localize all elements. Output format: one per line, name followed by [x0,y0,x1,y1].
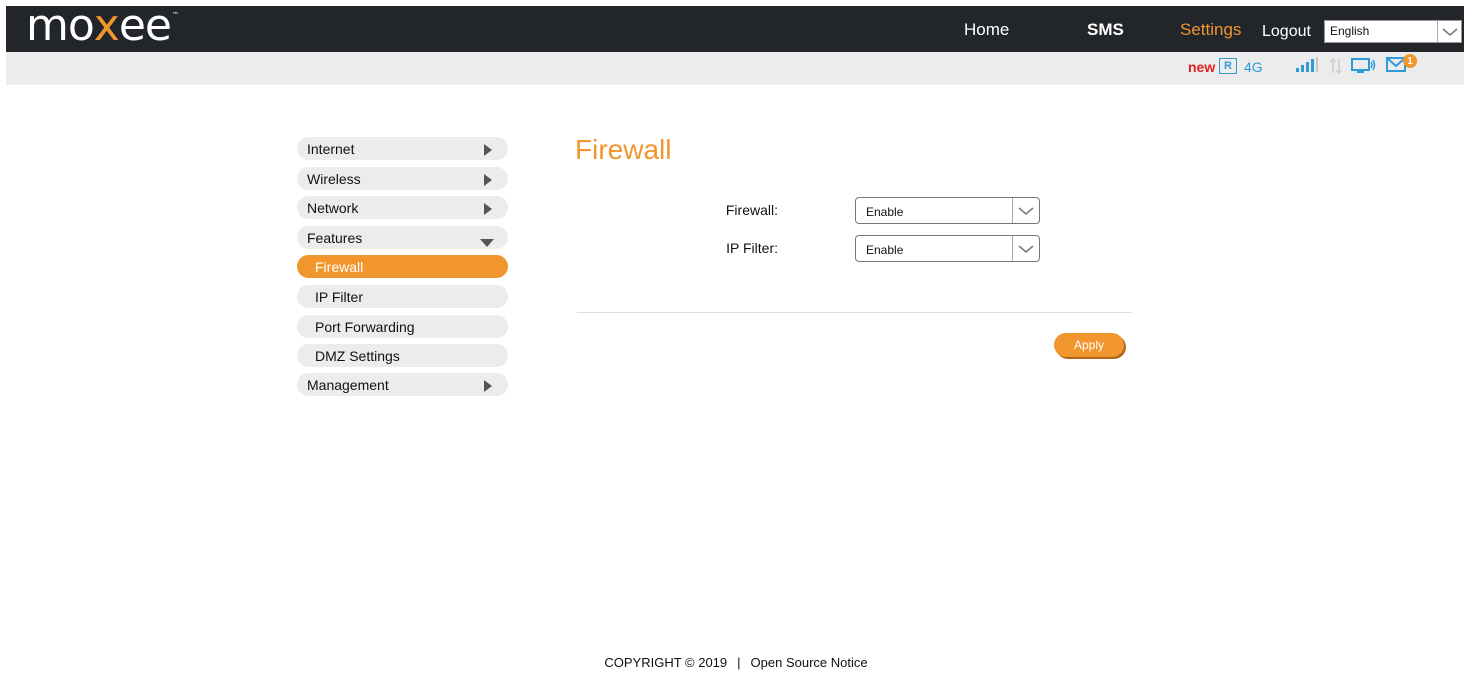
triangle-right-icon [484,379,492,395]
ip-filter-select-value: Enable [866,243,904,257]
copyright-text: COPYRIGHT © 2019 [604,655,728,670]
sidebar-item-dmz-settings[interactable]: DMZ Settings [297,344,508,367]
footer: COPYRIGHT © 2019 | Open Source Notice [0,655,1472,670]
sidebar-item-label: Wireless [307,171,361,187]
sidebar-item-label: Firewall [315,259,364,275]
chevron-down-icon [1012,236,1039,261]
firewall-select[interactable]: Enable [855,197,1040,224]
sidebar-item-port-forwarding[interactable]: Port Forwarding [297,315,508,338]
logo-text-x: x [93,0,120,51]
nav-home[interactable]: Home [964,20,1009,40]
new-indicator: new [1188,59,1216,75]
chevron-down-icon [1012,198,1039,223]
moxee-logo: mo x ee ™ [26,0,179,52]
sidebar-item-label: Management [307,377,389,393]
sidebar-item-internet[interactable]: Internet [297,137,508,160]
chevron-down-icon [1437,21,1461,42]
top-bar: mo x ee ™ Home SMS Settings Logout English [6,0,1464,52]
ip-filter-select[interactable]: Enable [855,235,1040,262]
firewall-select-value: Enable [866,205,904,219]
apply-button[interactable]: Apply [1054,333,1124,357]
logo-trademark: ™ [171,11,179,19]
nav-sms[interactable]: SMS [1087,20,1124,40]
page-title: Firewall [575,134,672,165]
divider [577,312,1132,313]
signal-icon [1296,57,1318,78]
language-select[interactable]: English [1324,20,1462,43]
sidebar-item-management[interactable]: Management [297,373,508,396]
status-bar: new R 4G 1 [6,52,1464,85]
sidebar-item-network[interactable]: Network [297,196,508,219]
sidebar-item-wireless[interactable]: Wireless [297,167,508,190]
traffic-icon [1329,57,1343,80]
ip-filter-label: IP Filter: [726,240,778,256]
sidebar-item-label: DMZ Settings [315,348,400,364]
logo-text-mo: mo [26,0,95,51]
triangle-down-icon [480,234,494,250]
sidebar-item-label: Network [307,200,359,216]
triangle-right-icon [484,173,492,189]
message-count-badge: 1 [1403,54,1417,68]
triangle-right-icon [484,202,492,218]
sidebar-item-label: Port Forwarding [315,319,415,335]
triangle-right-icon [484,143,492,159]
sidebar-item-label: IP Filter [315,289,363,305]
sidebar-item-features[interactable]: Features [297,226,508,249]
sidebar-item-firewall[interactable]: Firewall [297,255,508,278]
logo-text-ee: ee [118,0,172,51]
sidebar-item-label: Internet [307,141,355,157]
roaming-icon: R [1219,58,1237,74]
nav-logout[interactable]: Logout [1262,23,1311,41]
language-select-value: English [1330,24,1370,38]
firewall-label: Firewall: [725,202,778,218]
device-icon [1351,57,1377,80]
nav-settings[interactable]: Settings [1180,20,1241,40]
network-type-label: 4G [1244,59,1263,75]
sidebar-item-ip-filter[interactable]: IP Filter [297,285,508,308]
footer-separator: | [737,655,741,670]
sidebar-item-label: Features [307,230,363,246]
open-source-notice-link[interactable]: Open Source Notice [751,655,868,670]
